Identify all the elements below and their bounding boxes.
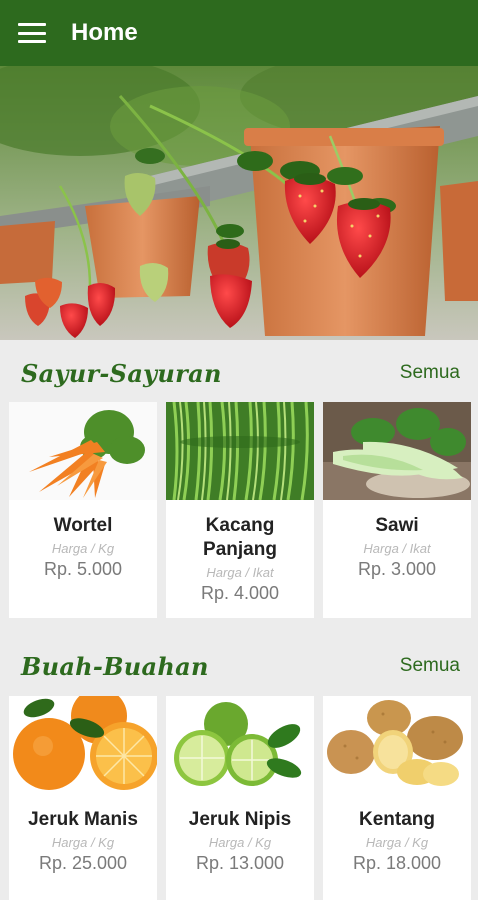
section-title: Buah-Buahan: [21, 651, 209, 681]
see-all-vegetables-link[interactable]: Semua: [400, 362, 460, 384]
section-title: Sayur-Sayuran: [21, 358, 222, 388]
product-card-sawi[interactable]: Sawi Harga / Ikat Rp. 3.000: [323, 402, 471, 618]
long-beans-photo: [166, 402, 314, 500]
product-unit: Harga / Kg: [51, 541, 115, 556]
product-unit: Harga / Kg: [51, 835, 115, 850]
fruits-row: Jeruk Manis Harga / Kg Rp. 25.000 Jeruk …: [9, 696, 471, 900]
product-card-kacang-panjang[interactable]: Kacang Panjang Harga / Ikat Rp. 4.000: [166, 402, 314, 618]
product-name: Jeruk Nipis: [188, 809, 292, 830]
limes-photo: [166, 696, 314, 794]
page-title: Home: [71, 19, 138, 46]
product-name: Kentang: [359, 809, 435, 830]
product-price: Rp. 3.000: [357, 559, 437, 579]
product-card-wortel[interactable]: Wortel Harga / Kg Rp. 5.000: [9, 402, 157, 618]
product-card-kentang[interactable]: Kentang Harga / Kg Rp. 18.000: [323, 696, 471, 900]
product-unit: Harga / Ikat: [363, 541, 431, 556]
app-bar: Home: [0, 0, 478, 66]
section-header-vegetables: Sayur-Sayuran Semua: [0, 351, 478, 395]
see-all-fruits-link[interactable]: Semua: [400, 655, 460, 677]
product-card-jeruk-nipis[interactable]: Jeruk Nipis Harga / Kg Rp. 13.000: [166, 696, 314, 900]
vegetables-row: Wortel Harga / Kg Rp. 5.000 Kacang Panja…: [9, 402, 471, 618]
carrots-photo: [9, 402, 157, 500]
product-card-jeruk-manis[interactable]: Jeruk Manis Harga / Kg Rp. 25.000: [9, 696, 157, 900]
product-unit: Harga / Kg: [208, 835, 272, 850]
product-price: Rp. 5.000: [43, 559, 123, 579]
hamburger-menu-icon[interactable]: [18, 23, 46, 43]
potatoes-photo: [323, 696, 471, 794]
product-name: Sawi: [375, 515, 419, 536]
product-price: Rp. 4.000: [200, 583, 280, 603]
product-name: Wortel: [53, 515, 113, 536]
product-unit: Harga / Ikat: [206, 565, 274, 580]
product-unit: Harga / Kg: [365, 835, 429, 850]
section-header-fruits: Buah-Buahan Semua: [0, 644, 478, 688]
product-name: Kacang Panjang: [203, 515, 277, 560]
product-name: Jeruk Manis: [28, 809, 138, 830]
banner-image: [0, 66, 478, 340]
bok-choy-photo: [323, 402, 471, 500]
product-price: Rp. 18.000: [352, 853, 442, 873]
product-price: Rp. 25.000: [38, 853, 128, 873]
oranges-photo: [9, 696, 157, 794]
product-price: Rp. 13.000: [195, 853, 285, 873]
